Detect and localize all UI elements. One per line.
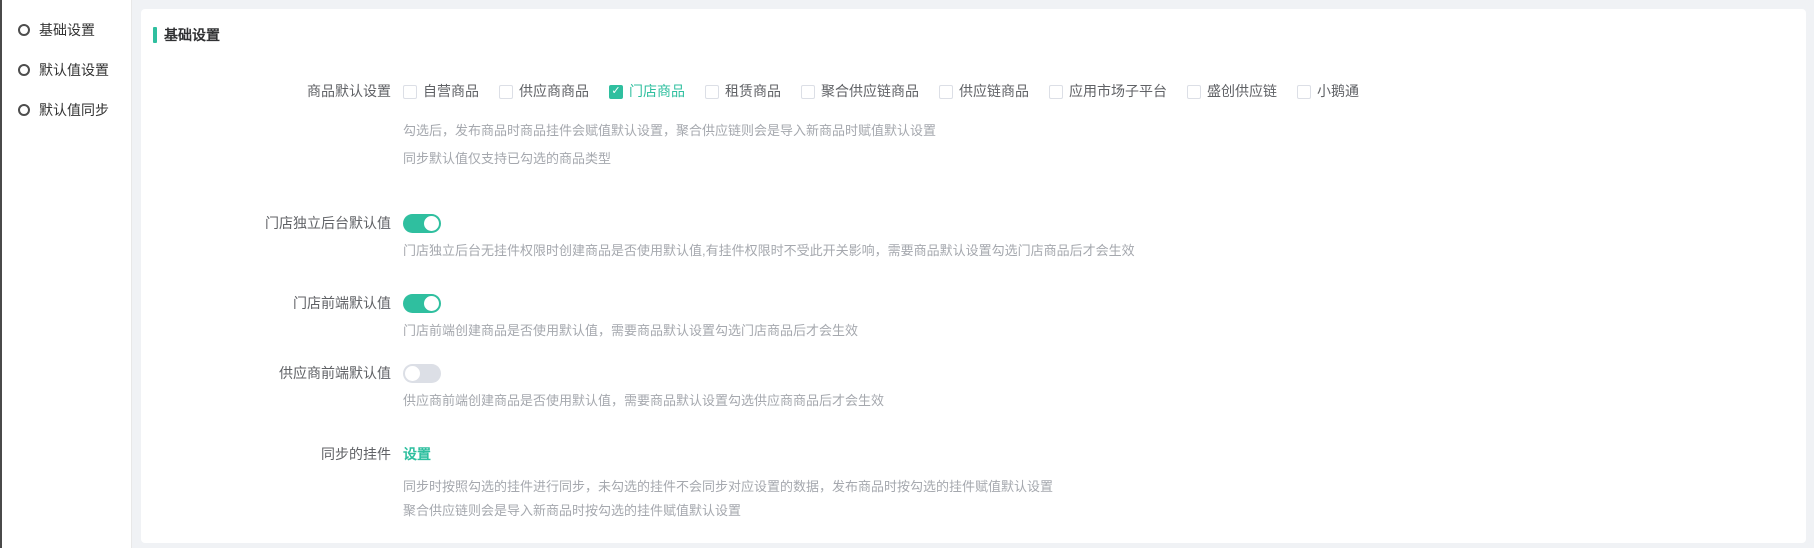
settings-form: 商品默认设置 ✓ 自营商品 ✓ 供应商商品 ✓ 门店商品 ✓ 租赁商品 ✓ 聚合供应链商品 ✓ 供应链…: [153, 82, 1786, 520]
checkbox-product-type-0[interactable]: ✓ 自营商品: [403, 82, 479, 101]
store-frontend-toggle[interactable]: [403, 294, 441, 313]
row-product-defaults: 商品默认设置 ✓ 自营商品 ✓ 供应商商品 ✓ 门店商品 ✓ 租赁商品 ✓ 聚合供应链商品 ✓ 供应链…: [153, 82, 1786, 168]
checkbox-icon: ✓: [499, 85, 513, 99]
checkbox-label: 租赁商品: [725, 82, 781, 101]
store-backend-hint: 门店独立后台无挂件权限时创建商品是否使用默认值,有挂件权限时不受此开关影响，需要…: [403, 242, 1786, 260]
panel-title: 基础设置: [153, 25, 1786, 45]
product-defaults-hint-2: 同步默认值仅支持已勾选的商品类型: [403, 150, 1786, 168]
checkbox-icon: ✓: [705, 85, 719, 99]
checkbox-icon: ✓: [1049, 85, 1063, 99]
store-backend-label: 门店独立后台默认值: [153, 214, 403, 260]
row-supplier-frontend-default: 供应商前端默认值 供应商前端创建商品是否使用默认值，需要商品默认设置勾选供应商商…: [153, 364, 1786, 410]
sync-widgets-hint-2: 聚合供应链则会是导入新商品时按勾选的挂件赋值默认设置: [403, 502, 1786, 520]
checkbox-label: 自营商品: [423, 82, 479, 101]
sync-widgets-hint-1: 同步时按照勾选的挂件进行同步，未勾选的挂件不会同步对应设置的数据，发布商品时按勾…: [403, 478, 1786, 496]
sidebar-item-0[interactable]: 基础设置: [2, 10, 131, 50]
store-backend-toggle[interactable]: [403, 214, 441, 233]
main-area: 基础设置 商品默认设置 ✓ 自营商品 ✓ 供应商商品 ✓ 门店商品 ✓ 租赁商品 ✓ 聚合供应链商…: [132, 0, 1814, 548]
store-frontend-hint: 门店前端创建商品是否使用默认值，需要商品默认设置勾选门店商品后才会生效: [403, 322, 1786, 340]
radio-circle-icon: [18, 24, 30, 36]
checkbox-icon: ✓: [1297, 85, 1311, 99]
checkbox-label: 供应链商品: [959, 82, 1029, 101]
sidebar-item-1[interactable]: 默认值设置: [2, 50, 131, 90]
row-sync-widgets: 同步的挂件 设置 同步时按照勾选的挂件进行同步，未勾选的挂件不会同步对应设置的数…: [153, 445, 1786, 520]
checkbox-product-type-5[interactable]: ✓ 供应链商品: [939, 82, 1029, 101]
checkbox-label: 供应商商品: [519, 82, 589, 101]
sidebar-item-label: 基础设置: [39, 20, 95, 40]
checkbox-icon: ✓: [1187, 85, 1201, 99]
checkbox-product-type-8[interactable]: ✓ 小鹅通: [1297, 82, 1359, 101]
toggle-knob: [424, 216, 439, 231]
product-type-checkbox-group: ✓ 自营商品 ✓ 供应商商品 ✓ 门店商品 ✓ 租赁商品 ✓ 聚合供应链商品 ✓ 供应链商品 ✓ 应用市场…: [403, 82, 1786, 101]
checkbox-icon: ✓: [403, 85, 417, 99]
checkbox-product-type-6[interactable]: ✓ 应用市场子平台: [1049, 82, 1167, 101]
checkbox-product-type-3[interactable]: ✓ 租赁商品: [705, 82, 781, 101]
basic-settings-panel: 基础设置 商品默认设置 ✓ 自营商品 ✓ 供应商商品 ✓ 门店商品 ✓ 租赁商品 ✓ 聚合供应链商…: [141, 9, 1806, 543]
checkbox-icon: ✓: [801, 85, 815, 99]
checkbox-product-type-2[interactable]: ✓ 门店商品: [609, 82, 685, 101]
sync-widgets-settings-link[interactable]: 设置: [403, 446, 431, 462]
title-accent-bar: [153, 27, 157, 43]
sidebar-item-2[interactable]: 默认值同步: [2, 90, 131, 130]
radio-circle-icon: [18, 64, 30, 76]
checkbox-label: 门店商品: [629, 82, 685, 101]
checkbox-label: 应用市场子平台: [1069, 82, 1167, 101]
supplier-frontend-label: 供应商前端默认值: [153, 364, 403, 410]
supplier-frontend-toggle[interactable]: [403, 364, 441, 383]
checkbox-label: 盛创供应链: [1207, 82, 1277, 101]
checkbox-checked-icon: ✓: [609, 85, 623, 99]
product-defaults-label: 商品默认设置: [153, 82, 403, 168]
toggle-knob: [405, 366, 420, 381]
checkbox-product-type-7[interactable]: ✓ 盛创供应链: [1187, 82, 1277, 101]
checkbox-product-type-4[interactable]: ✓ 聚合供应链商品: [801, 82, 919, 101]
checkbox-label: 聚合供应链商品: [821, 82, 919, 101]
checkbox-icon: ✓: [939, 85, 953, 99]
store-frontend-label: 门店前端默认值: [153, 294, 403, 340]
panel-title-text: 基础设置: [164, 25, 220, 45]
settings-page: 基础设置默认值设置默认值同步 基础设置 商品默认设置 ✓ 自营商品 ✓ 供应商商品 ✓ 门…: [0, 0, 1814, 548]
toggle-knob: [424, 296, 439, 311]
sidebar-item-label: 默认值同步: [39, 100, 109, 120]
sync-widgets-label: 同步的挂件: [153, 445, 403, 520]
checkbox-label: 小鹅通: [1317, 82, 1359, 101]
row-store-backend-default: 门店独立后台默认值 门店独立后台无挂件权限时创建商品是否使用默认值,有挂件权限时…: [153, 214, 1786, 260]
sidebar-item-label: 默认值设置: [39, 60, 109, 80]
product-defaults-hint-1: 勾选后，发布商品时商品挂件会赋值默认设置，聚合供应链则会是导入新商品时赋值默认设…: [403, 122, 1786, 140]
row-store-frontend-default: 门店前端默认值 门店前端创建商品是否使用默认值，需要商品默认设置勾选门店商品后才…: [153, 294, 1786, 340]
checkbox-product-type-1[interactable]: ✓ 供应商商品: [499, 82, 589, 101]
settings-sidebar: 基础设置默认值设置默认值同步: [2, 0, 132, 548]
radio-circle-icon: [18, 104, 30, 116]
supplier-frontend-hint: 供应商前端创建商品是否使用默认值，需要商品默认设置勾选供应商商品后才会生效: [403, 392, 1786, 410]
